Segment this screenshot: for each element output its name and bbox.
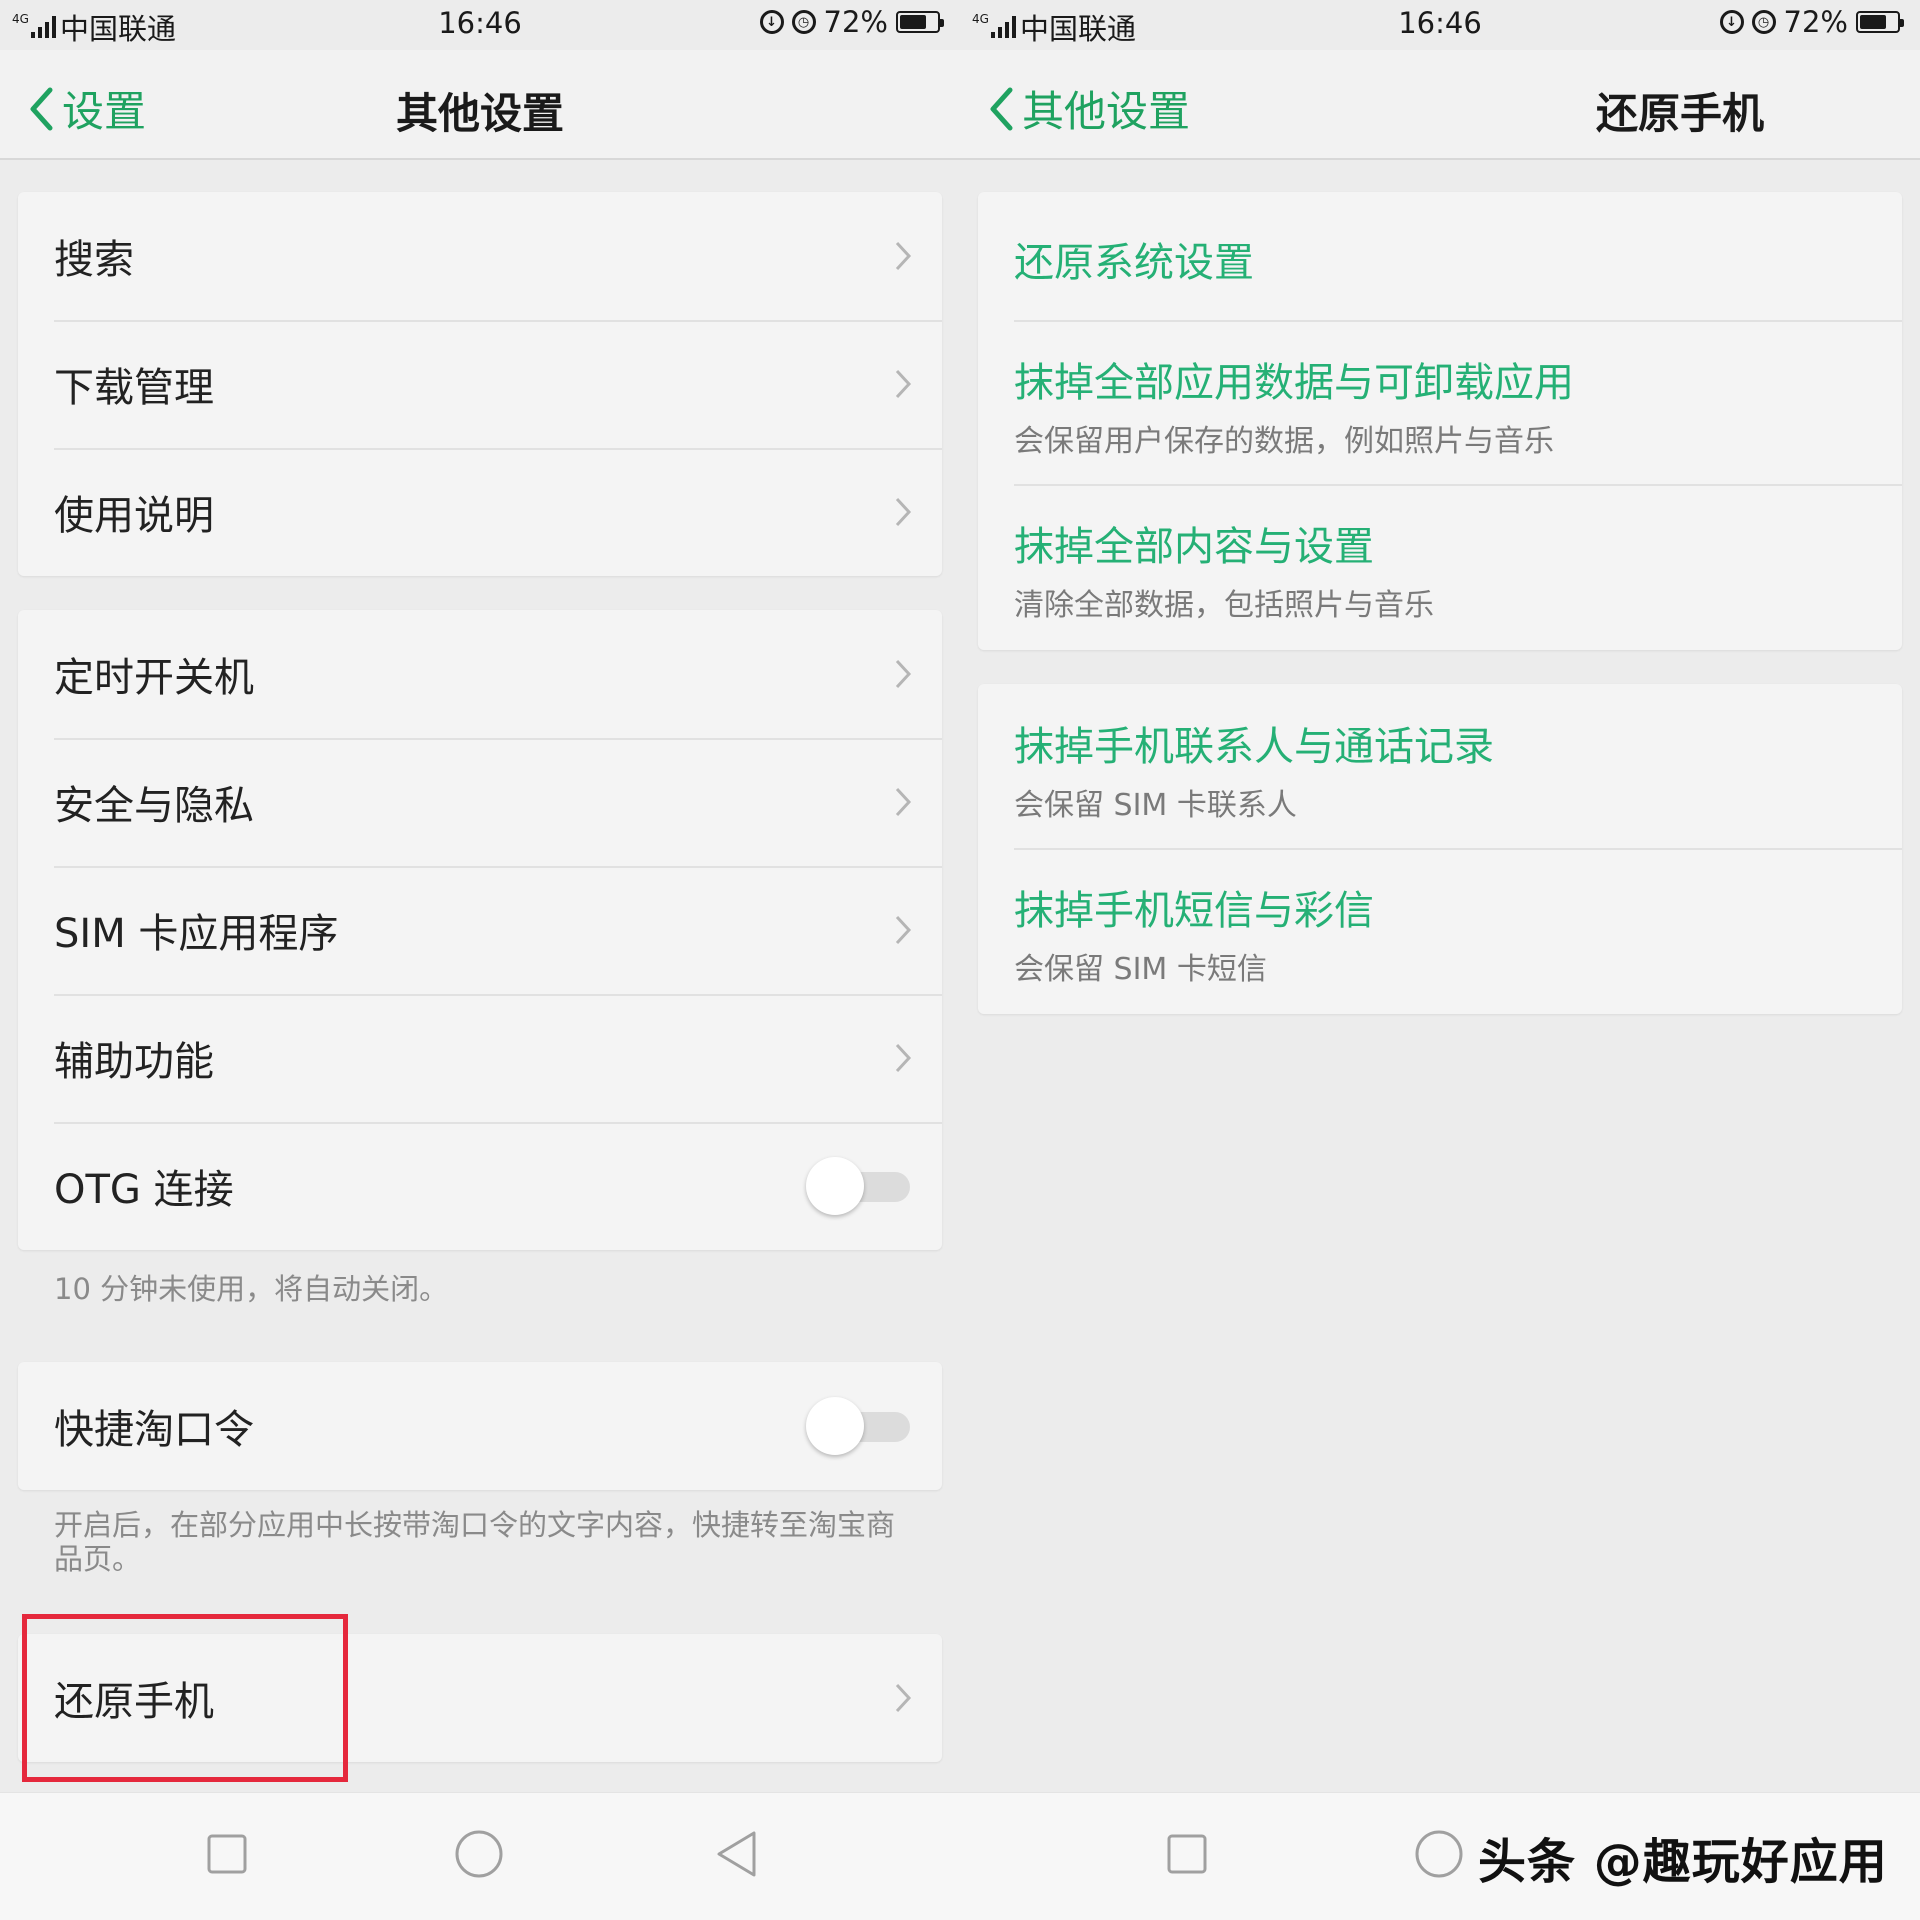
settings-item-label: OTG 连接 (54, 1167, 234, 1213)
watermark: 头条 @趣玩好应用 (1478, 1834, 1888, 1890)
back-chevron-icon (990, 87, 1013, 130)
restore-item-erase-app-data[interactable]: 抹掉全部应用数据与可卸载应用 会保留用户保存的数据，例如照片与音乐 (978, 320, 1902, 484)
status-bar: 4G 中国联通 16:46 ↓ ◷ 72% (0, 0, 960, 50)
settings-item-label: 快捷淘口令 (54, 1407, 254, 1453)
chevron-right-icon (895, 915, 912, 945)
settings-item-label: SIM 卡应用程序 (54, 911, 339, 957)
chevron-right-icon (895, 787, 912, 817)
settings-item-scheduled-power[interactable]: 定时开关机 (18, 610, 942, 738)
settings-item-label: 辅助功能 (54, 1039, 214, 1085)
restore-item-erase-messages[interactable]: 抹掉手机短信与彩信 会保留 SIM 卡短信 (978, 848, 1902, 1014)
restore-item-erase-all-content[interactable]: 抹掉全部内容与设置 清除全部数据，包括照片与音乐 (978, 484, 1902, 650)
settings-item-taobao-code: 快捷淘口令 (18, 1362, 942, 1490)
restore-item-title: 抹掉全部应用数据与可卸载应用 (1014, 360, 1574, 406)
lock-rotation-icon: ↓ (759, 10, 784, 34)
back-button[interactable]: 其他设置 (988, 78, 1190, 139)
chevron-right-icon (895, 1683, 912, 1713)
recents-button[interactable] (1166, 1833, 1208, 1875)
top-nav-bar: 其他设置 还原手机 (960, 50, 1920, 160)
chevron-right-icon (895, 241, 912, 271)
alarm-icon: ◷ (1751, 10, 1776, 34)
restore-group-reset: 还原系统设置 抹掉全部应用数据与可卸载应用 会保留用户保存的数据，例如照片与音乐… (978, 192, 1902, 650)
restore-item-title: 抹掉手机联系人与通话记录 (1014, 724, 1494, 770)
restore-item-title: 还原系统设置 (1014, 240, 1254, 286)
restore-item-subtitle: 清除全部数据，包括照片与音乐 (1014, 588, 1434, 623)
restore-item-title: 抹掉手机短信与彩信 (1014, 888, 1374, 934)
chevron-right-icon (895, 659, 912, 689)
restore-item-erase-contacts[interactable]: 抹掉手机联系人与通话记录 会保留 SIM 卡联系人 (978, 684, 1902, 848)
chevron-right-icon (895, 1043, 912, 1073)
settings-item-label: 下载管理 (54, 365, 214, 411)
settings-item-accessibility[interactable]: 辅助功能 (18, 994, 942, 1122)
settings-item-download-manager[interactable]: 下载管理 (18, 320, 942, 448)
status-bar: 4G 中国联通 16:46 ↓ ◷ 72% (960, 0, 1920, 50)
settings-item-otg: OTG 连接 (18, 1122, 942, 1250)
settings-item-security-privacy[interactable]: 安全与隐私 (18, 738, 942, 866)
settings-item-label: 安全与隐私 (54, 783, 254, 829)
taobao-note: 开启后，在部分应用中长按带淘口令的文字内容，快捷转至淘宝商品页。 (54, 1508, 896, 1576)
recents-button[interactable] (206, 1833, 248, 1875)
settings-group-general: 搜索 下载管理 使用说明 (18, 192, 942, 576)
page-title: 其他设置 (395, 89, 564, 138)
restore-group-erase: 抹掉手机联系人与通话记录 会保留 SIM 卡联系人 抹掉手机短信与彩信 会保留 … (978, 684, 1902, 1014)
chevron-right-icon (895, 369, 912, 399)
highlight-box (22, 1614, 348, 1782)
system-nav-bar (0, 1792, 960, 1920)
restore-item-subtitle: 会保留 SIM 卡短信 (1014, 952, 1267, 987)
settings-item-sim-apps[interactable]: SIM 卡应用程序 (18, 866, 942, 994)
other-settings-screen: 4G 中国联通 16:46 ↓ ◷ 72% 设置 其他设置 搜索 下载管理 使用… (0, 0, 960, 1920)
page-title: 还原手机 (1595, 89, 1764, 138)
settings-item-label: 定时开关机 (54, 655, 254, 701)
alarm-icon: ◷ (791, 10, 816, 34)
otg-note: 10 分钟未使用，将自动关闭。 (54, 1272, 449, 1306)
taobao-toggle[interactable] (806, 1397, 912, 1455)
battery-percent: 72% (823, 5, 888, 39)
back-label: 其他设置 (1022, 87, 1191, 136)
settings-item-label: 搜索 (54, 237, 134, 283)
home-button[interactable] (454, 1829, 504, 1879)
settings-item-search[interactable]: 搜索 (18, 192, 942, 320)
battery-percent: 72% (1783, 5, 1848, 39)
settings-group-taobao: 快捷淘口令 (18, 1362, 942, 1490)
settings-group-system: 定时开关机 安全与隐私 SIM 卡应用程序 辅助功能 OTG 连接 (18, 610, 942, 1250)
battery-level (1860, 15, 1886, 29)
restore-item-subtitle: 会保留 SIM 卡联系人 (1014, 788, 1297, 823)
battery-icon (1856, 11, 1904, 33)
chevron-right-icon (895, 497, 912, 527)
settings-item-label: 使用说明 (54, 493, 214, 539)
battery-level (900, 15, 926, 29)
lock-rotation-icon: ↓ (1719, 10, 1744, 34)
restore-item-reset-system-settings[interactable]: 还原系统设置 (978, 192, 1902, 320)
top-nav-bar: 设置 其他设置 (0, 50, 960, 160)
battery-icon (896, 11, 944, 33)
restore-phone-screen: 4G 中国联通 16:46 ↓ ◷ 72% 其他设置 还原手机 还原系统设置 抹… (960, 0, 1920, 1920)
otg-toggle[interactable] (806, 1157, 912, 1215)
restore-item-subtitle: 会保留用户保存的数据，例如照片与音乐 (1014, 424, 1554, 459)
restore-item-title: 抹掉全部内容与设置 (1014, 524, 1374, 570)
settings-item-user-guide[interactable]: 使用说明 (18, 448, 942, 576)
home-button[interactable] (1414, 1829, 1464, 1879)
back-nav-button[interactable] (714, 1829, 758, 1879)
